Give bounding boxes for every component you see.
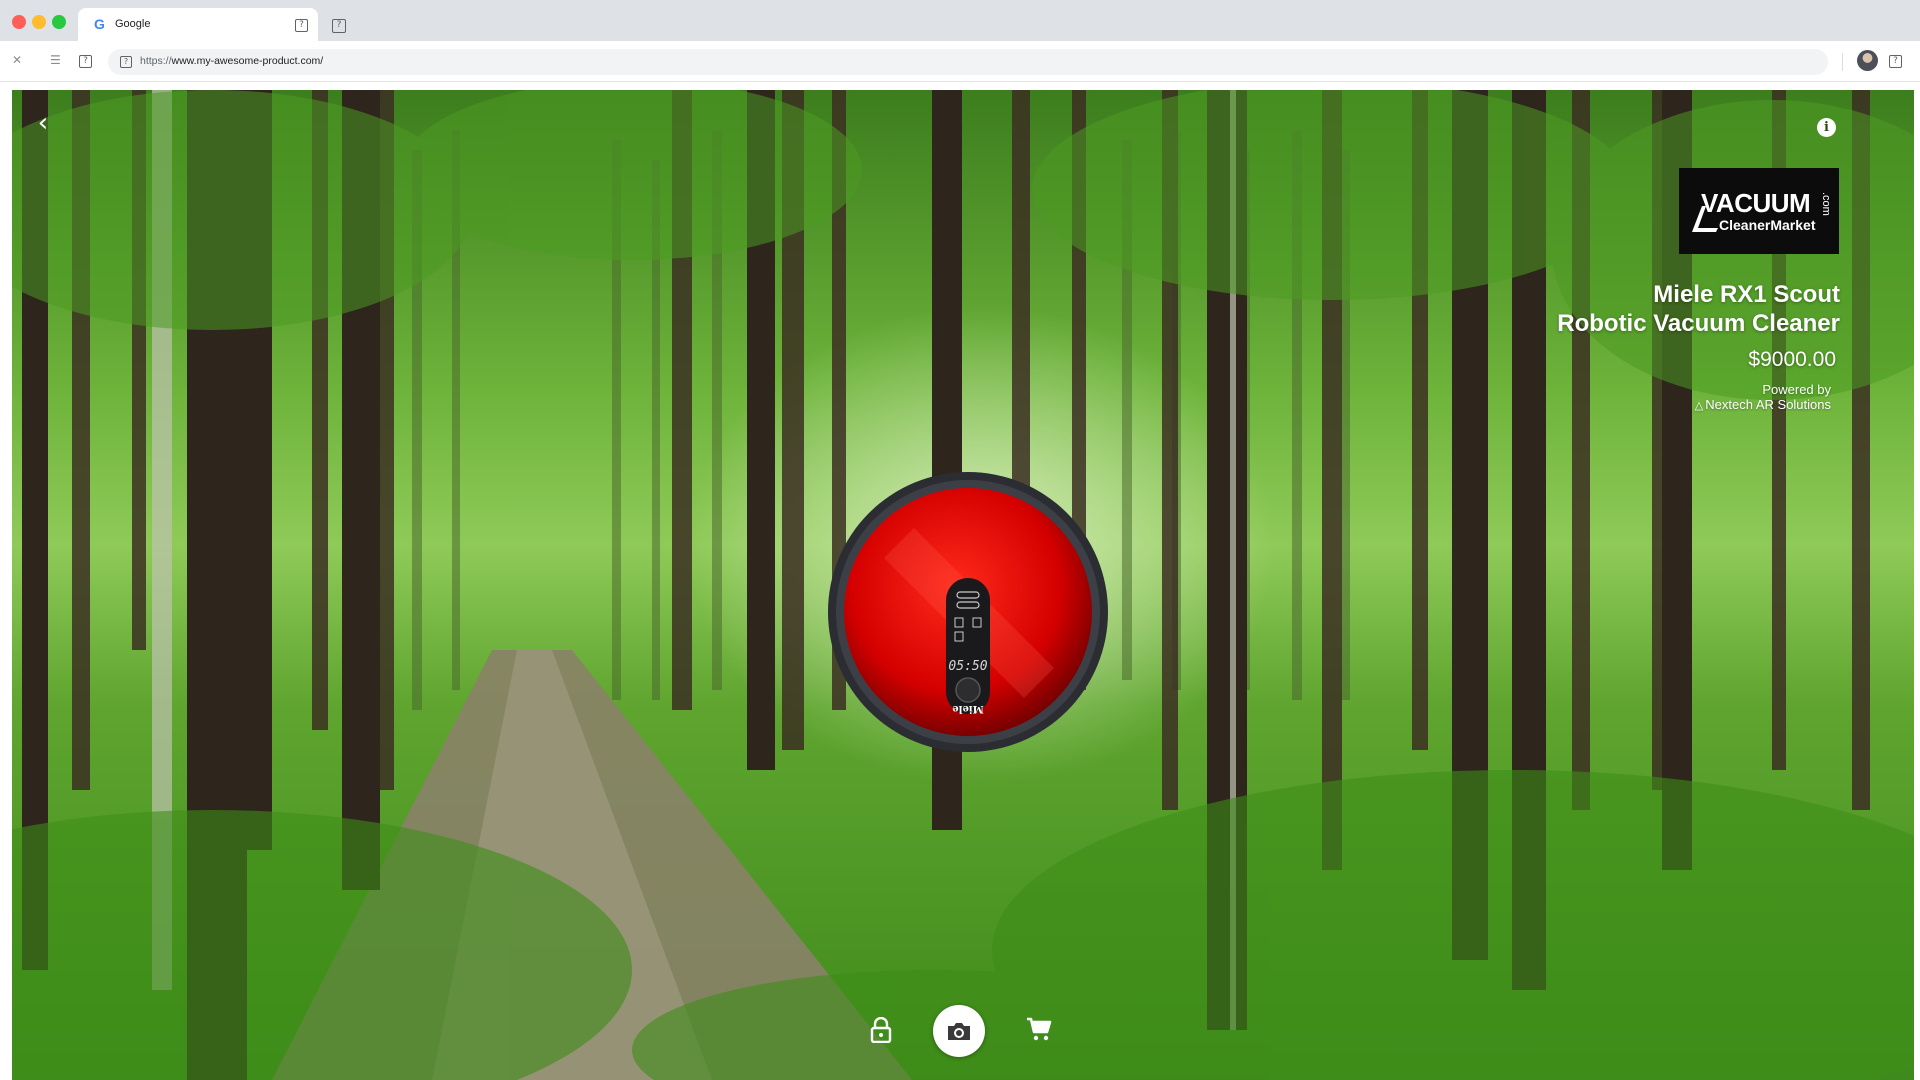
- site-info-icon[interactable]: ?: [120, 56, 132, 68]
- product-name-line1: Miele RX1 Scout: [1653, 281, 1840, 308]
- window-minimize-button[interactable]: [32, 15, 46, 29]
- new-tab-icon[interactable]: ?: [332, 19, 346, 33]
- robot-badge: Miele: [952, 703, 983, 714]
- window-close-button[interactable]: [12, 15, 26, 29]
- powered-by-label: Powered by: [1762, 382, 1831, 397]
- nextech-logo-icon: △: [1694, 400, 1704, 412]
- brand-sub-text: CleanerMarket: [1719, 217, 1816, 233]
- brand-logo: VACUUM CleanerMarket .com: [1679, 168, 1839, 254]
- forward-nav-icon[interactable]: ☰: [50, 53, 61, 67]
- browser-menu-icon[interactable]: ?: [1889, 55, 1902, 68]
- tab-title: Google: [115, 18, 151, 30]
- tab-close-icon[interactable]: ?: [295, 19, 308, 32]
- browser-tab[interactable]: G Google ?: [78, 8, 318, 41]
- product-name-line2: Robotic Vacuum Cleaner: [1557, 310, 1840, 337]
- brand-suffix-text: .com: [1820, 192, 1832, 216]
- powered-by: Powered by △ Nextech AR Solutions: [1695, 382, 1831, 414]
- lock-icon[interactable]: [869, 1017, 893, 1043]
- product-title: Miele RX1 Scout Robotic Vacuum Cleaner: [1557, 280, 1840, 338]
- google-icon: G: [94, 16, 105, 32]
- info-icon[interactable]: i: [1817, 118, 1836, 137]
- browser-tab-bar: G Google ? ?: [0, 0, 1920, 41]
- robotic-vacuum-3d-model[interactable]: 05:50 Miele: [824, 468, 1112, 756]
- ar-viewer[interactable]: ‹ i VACUUM CleanerMarket .com Miele RX1 …: [12, 90, 1914, 1080]
- product-price: $9000.00: [1748, 348, 1836, 371]
- address-bar[interactable]: ? https://www.my-awesome-product.com/: [108, 49, 1828, 75]
- brand-main-text: VACUUM: [1701, 188, 1811, 218]
- camera-icon: [948, 1023, 970, 1040]
- window-zoom-button[interactable]: [52, 15, 66, 29]
- robot-display-time: 05:50: [948, 659, 987, 674]
- reload-icon[interactable]: ?: [79, 55, 92, 68]
- powered-by-company: Nextech AR Solutions: [1705, 397, 1831, 412]
- url-text[interactable]: https://www.my-awesome-product.com/: [140, 55, 323, 67]
- cart-icon[interactable]: [1026, 1016, 1052, 1042]
- back-nav-icon[interactable]: ✕: [12, 53, 22, 67]
- back-arrow-icon[interactable]: ‹: [30, 108, 56, 138]
- profile-avatar[interactable]: [1857, 50, 1878, 71]
- camera-button[interactable]: [933, 1005, 985, 1057]
- browser-toolbar: ✕ ☰ ? ? https://www.my-awesome-product.c…: [0, 41, 1920, 82]
- toolbar-divider: [1842, 53, 1843, 71]
